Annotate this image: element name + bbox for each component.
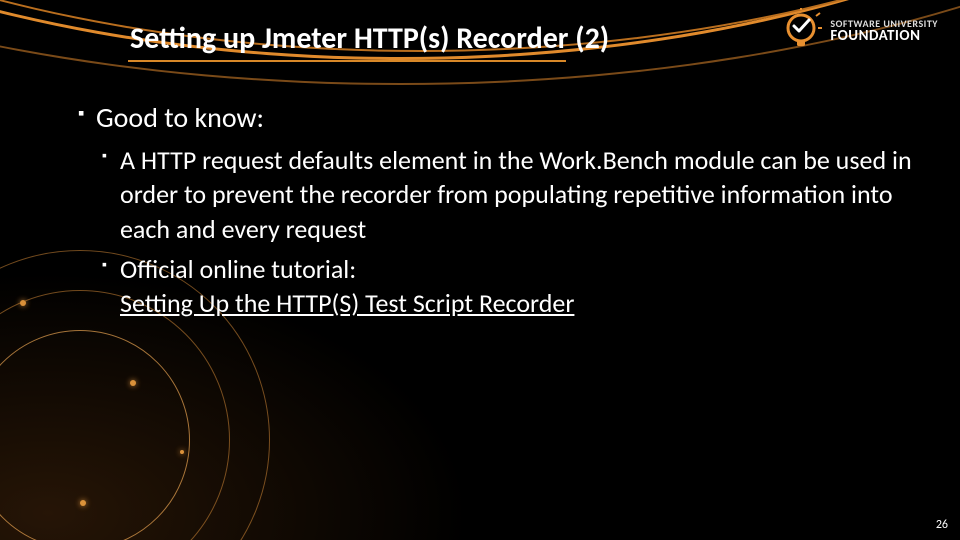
bullet-item: A HTTP request defaults element in the W…: [102, 143, 920, 246]
page-number: 26: [936, 518, 948, 532]
bullet-item: Official online tutorial: Setting Up the…: [102, 252, 920, 321]
lightbulb-icon: [782, 8, 822, 54]
tutorial-link[interactable]: Setting Up the HTTP(S) Test Script Recor…: [120, 287, 574, 319]
title-underline: [128, 60, 566, 62]
bullet-heading: Good to know:: [78, 100, 920, 135]
content-area: Good to know: A HTTP request defaults el…: [78, 100, 920, 327]
bullet-text: Official online tutorial:: [120, 253, 356, 285]
logo: SOFTWARE UNIVERSITY FOUNDATION: [782, 8, 938, 54]
slide-title: Setting up Jmeter HTTP(s) Recorder (2): [130, 20, 609, 57]
logo-line2: FOUNDATION: [830, 29, 938, 44]
logo-text: SOFTWARE UNIVERSITY FOUNDATION: [830, 19, 938, 44]
slide: Setting up Jmeter HTTP(s) Recorder (2) S…: [0, 0, 960, 540]
